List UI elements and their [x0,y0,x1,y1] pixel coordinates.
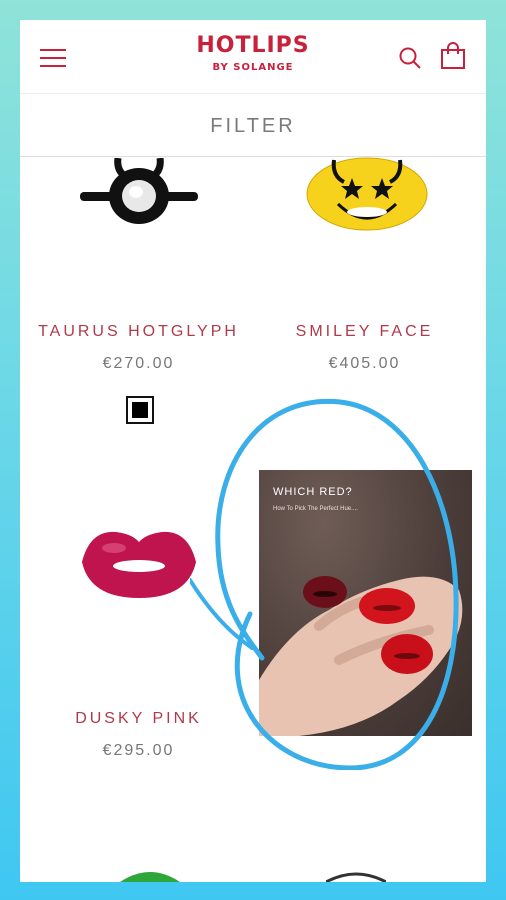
product-name[interactable]: TAURUS HOTGLYPH [22,323,255,341]
dusky-pink-image[interactable] [76,526,202,602]
site-header: HOTLIPS BY SOLANGE [20,20,486,94]
phone-screen: HOTLIPS BY SOLANGE FILTER TAURUS HOTGLYP… [20,20,486,882]
product-price: €405.00 [328,355,401,372]
smiley-face-image[interactable] [304,156,430,234]
green-ring-partial-image [120,872,180,882]
product-price: €295.00 [102,742,175,759]
color-swatch-black[interactable] [126,396,154,424]
product-smiley-face[interactable]: SMILEY FACE €405.00 [248,323,481,373]
product-dusky-pink[interactable]: DUSKY PINK €295.00 [22,710,255,760]
product-name[interactable]: SMILEY FACE [248,323,481,341]
video-overlay[interactable]: WHICH RED? How To Pick The Perfect Hue..… [259,470,472,736]
hand-with-rings-image [259,576,463,736]
video-title: WHICH RED? [273,486,353,498]
black-ring-partial-image [326,872,386,882]
product-taurus-hotglyph[interactable]: TAURUS HOTGLYPH €270.00 [22,323,255,373]
filter-button[interactable]: FILTER [20,95,486,157]
video-subtitle: How To Pick The Perfect Hue.... [273,506,358,512]
product-name[interactable]: DUSKY PINK [22,710,255,728]
taurus-hotglyph-image[interactable] [76,158,202,232]
search-icon[interactable] [398,46,422,70]
bag-icon[interactable] [440,42,466,70]
product-price: €270.00 [102,355,175,372]
